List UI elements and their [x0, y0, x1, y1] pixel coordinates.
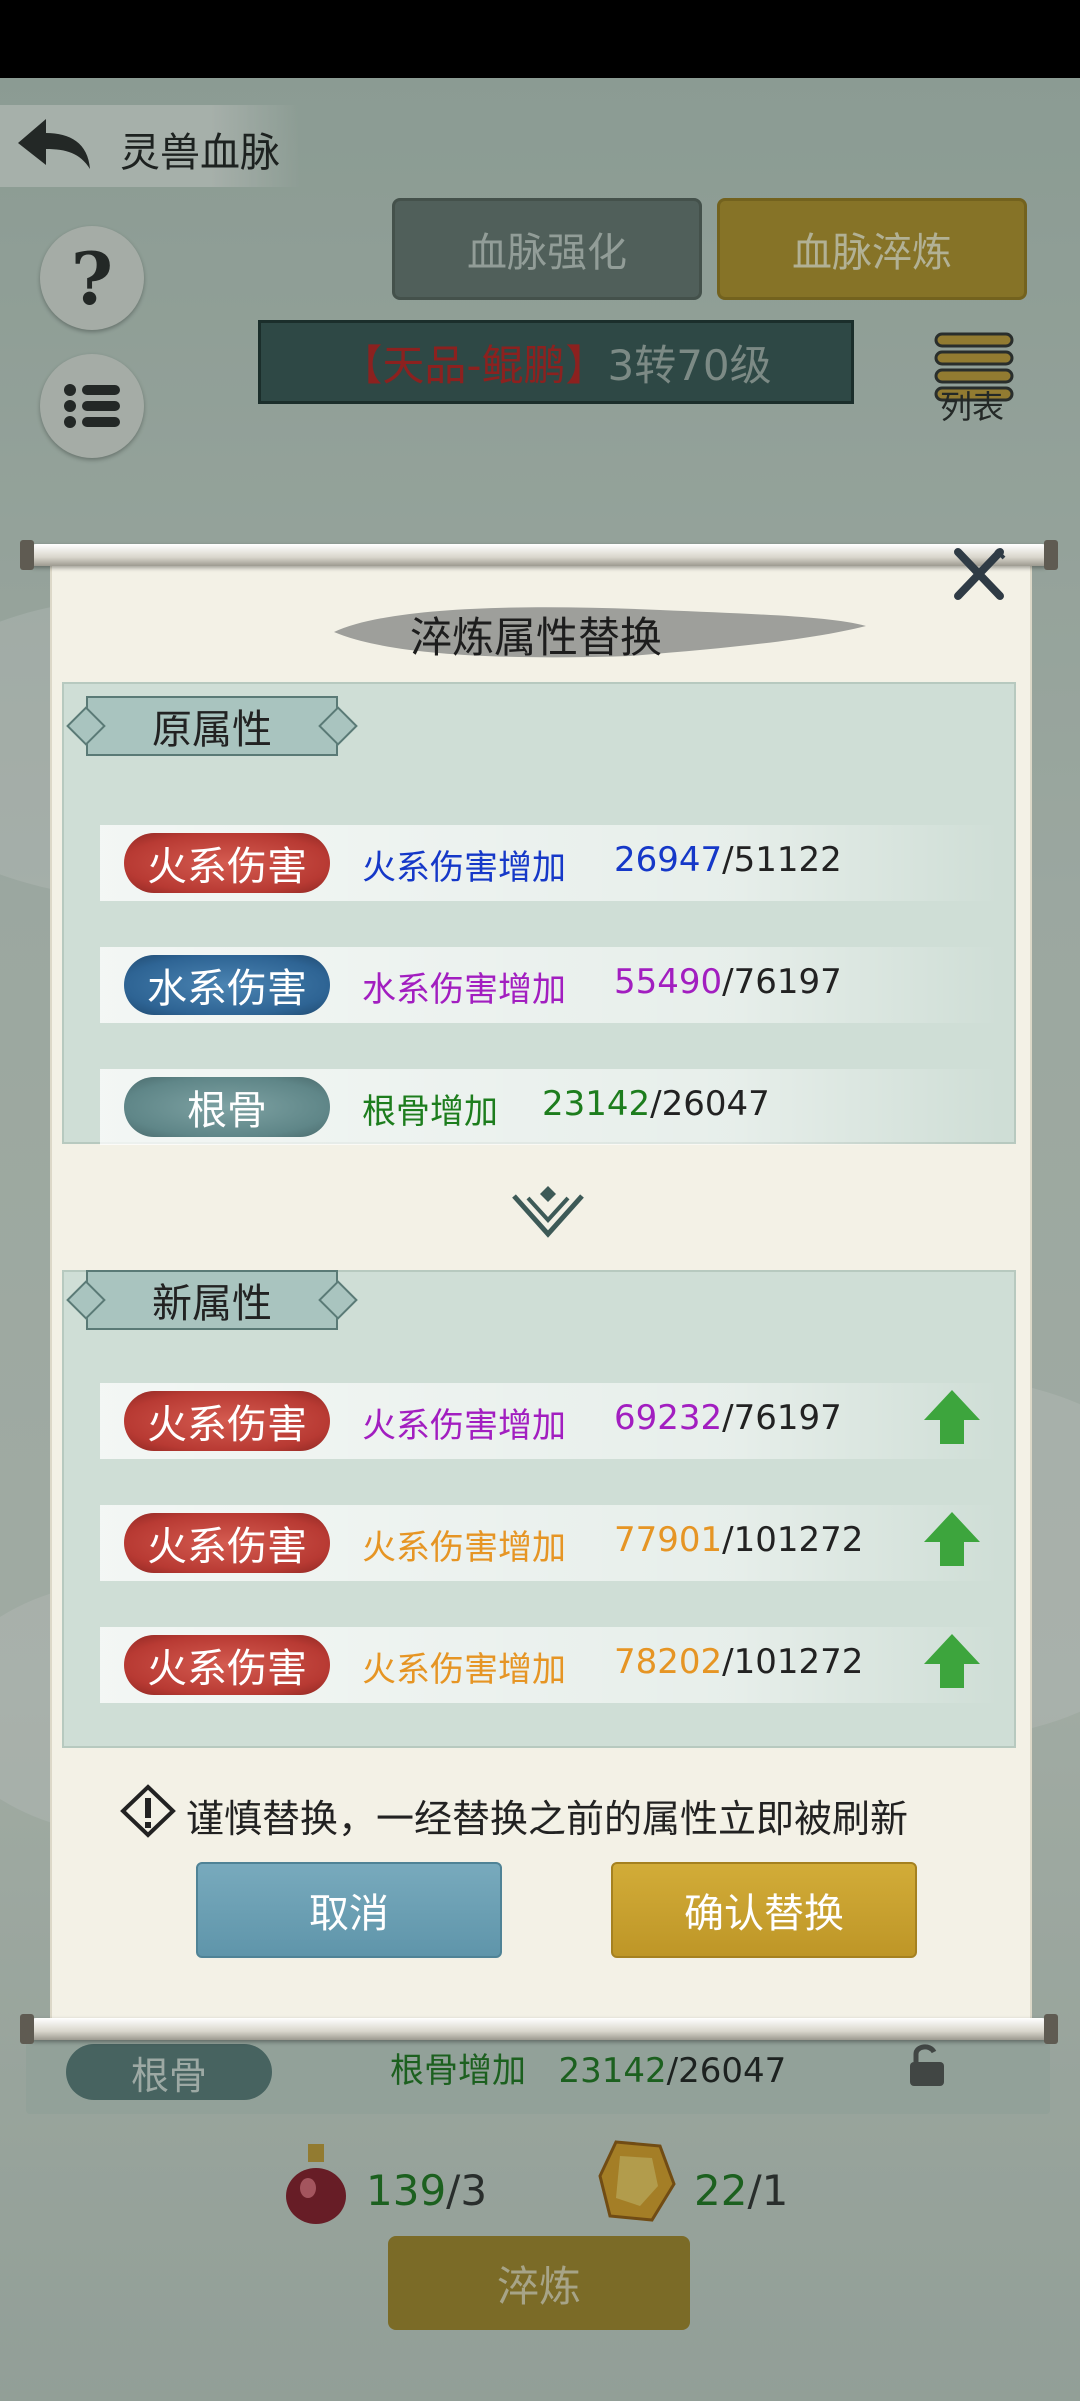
- original-section-tag: 原属性: [86, 696, 338, 756]
- attr-current: 77901: [614, 1520, 723, 1560]
- attr-max: /101272: [722, 1520, 864, 1560]
- attr-desc: 火系伤害增加: [362, 848, 566, 888]
- attr-current: 23142: [542, 1084, 651, 1124]
- attr-value: 26947/51122: [614, 840, 842, 880]
- attr-desc: 火系伤害增加: [362, 1528, 566, 1568]
- attr-value: 23142/26047: [542, 1084, 770, 1124]
- attr-current: 69232: [614, 1398, 723, 1438]
- confirm-replace-button[interactable]: 确认替换: [611, 1862, 917, 1958]
- attr-badge: 水系伤害: [124, 955, 330, 1015]
- warning-text: 谨慎替换，一经替换之前的属性立即被刷新: [186, 1797, 909, 1841]
- new-section-tag: 新属性: [86, 1270, 338, 1330]
- attr-badge: 根骨: [124, 1077, 330, 1137]
- status-bar: [0, 0, 1080, 78]
- attr-current: 55490: [614, 962, 723, 1002]
- attr-desc: 根骨增加: [362, 1092, 498, 1132]
- attr-current: 78202: [614, 1642, 723, 1682]
- attr-desc: 火系伤害增加: [362, 1406, 566, 1446]
- attr-desc: 火系伤害增加: [362, 1650, 566, 1690]
- cancel-button[interactable]: 取消: [196, 1862, 502, 1958]
- attr-badge: 火系伤害: [124, 1513, 330, 1573]
- arrow-up-icon: [924, 1634, 980, 1688]
- scroll-roller-bottom: [20, 2014, 1058, 2044]
- attr-value: 69232/76197: [614, 1398, 842, 1438]
- attr-max: /26047: [650, 1084, 770, 1124]
- scroll-roller-top: [20, 540, 1058, 570]
- chevron-down-icon: [512, 1186, 584, 1238]
- attr-value: 78202/101272: [614, 1642, 863, 1682]
- attr-current: 26947: [614, 840, 723, 880]
- arrow-up-icon: [924, 1390, 980, 1444]
- attr-max: /76197: [722, 962, 842, 1002]
- attr-max: /101272: [722, 1642, 864, 1682]
- attr-max: /76197: [722, 1398, 842, 1438]
- attr-badge: 火系伤害: [124, 1635, 330, 1695]
- close-icon[interactable]: [952, 546, 1006, 602]
- attr-badge: 火系伤害: [124, 1391, 330, 1451]
- attr-desc: 水系伤害增加: [362, 970, 566, 1010]
- warning-icon: [120, 1784, 176, 1838]
- attr-badge: 火系伤害: [124, 833, 330, 893]
- attr-value: 77901/101272: [614, 1520, 863, 1560]
- attr-value: 55490/76197: [614, 962, 842, 1002]
- dialog-title: 淬炼属性替换: [410, 613, 663, 662]
- arrow-up-icon: [924, 1512, 980, 1566]
- attr-max: /51122: [722, 840, 842, 880]
